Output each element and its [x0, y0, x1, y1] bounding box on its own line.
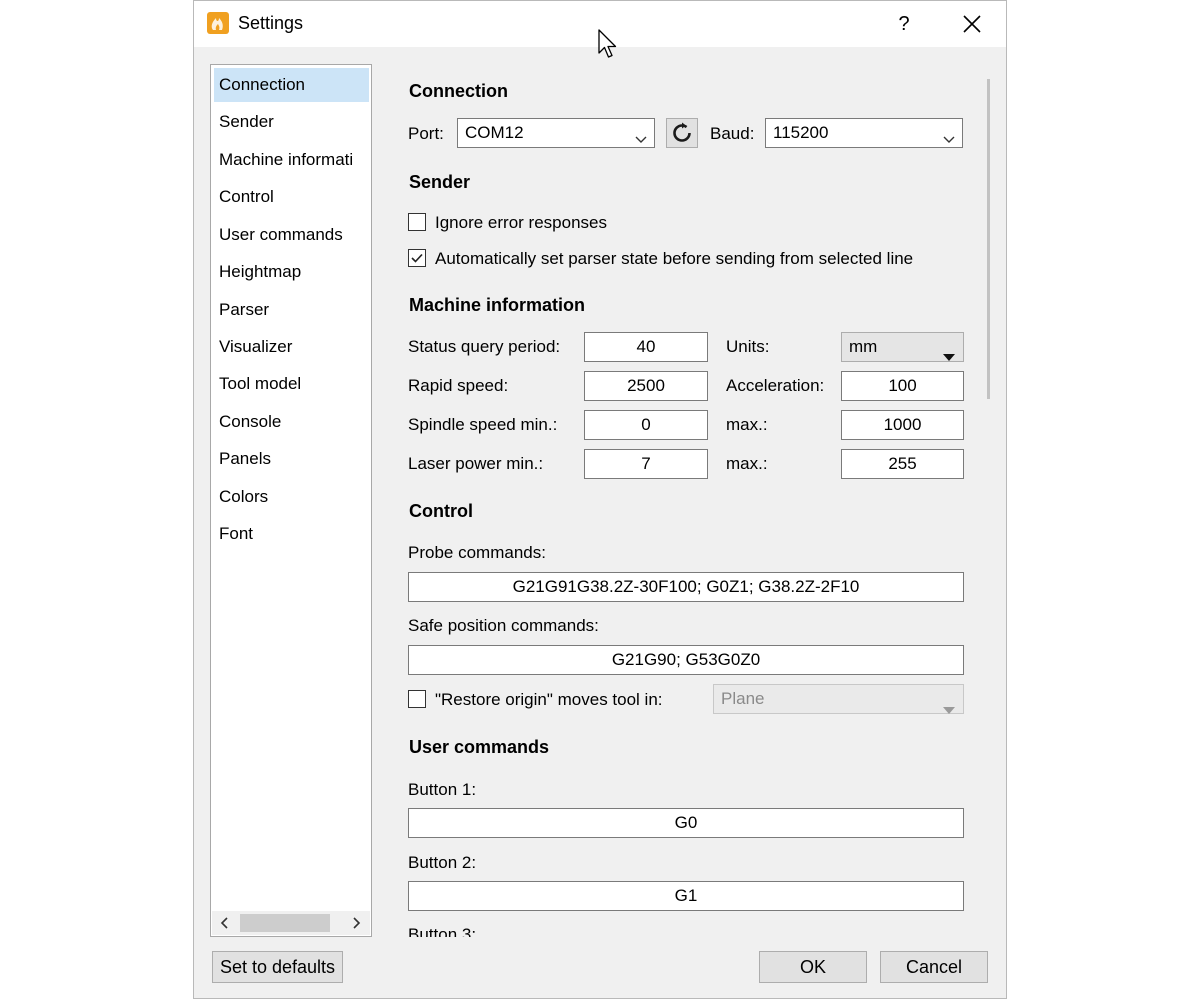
- button1-label: Button 1:: [408, 780, 477, 799]
- control-section-title: Control: [409, 501, 473, 521]
- safe-position-label: Safe position commands:: [408, 616, 599, 635]
- laser-min-input[interactable]: 7: [584, 449, 708, 479]
- checkmark-icon: [411, 253, 423, 263]
- sidebar-item-console[interactable]: Console: [214, 405, 369, 439]
- sidebar-item-parser[interactable]: Parser: [214, 293, 369, 327]
- ignore-errors-checkbox[interactable]: [408, 213, 426, 231]
- settings-dialog: Settings ? Connection Sender Machine inf…: [193, 0, 1007, 999]
- settings-content-panel: Connection Port: COM12 Baud: 115200 Send…: [380, 64, 994, 937]
- restore-origin-checkbox[interactable]: [408, 690, 426, 708]
- laser-min-label: Laser power min.:: [408, 454, 544, 473]
- baud-select[interactable]: 115200: [765, 118, 963, 148]
- sidebar-item-tool-model[interactable]: Tool model: [214, 367, 369, 401]
- sidebar-horizontal-scrollbar[interactable]: [212, 911, 370, 935]
- units-value: mm: [849, 337, 878, 356]
- restore-origin-mode-select: Plane: [713, 684, 964, 714]
- status-query-input[interactable]: 40: [584, 332, 708, 362]
- sidebar-item-colors[interactable]: Colors: [214, 480, 369, 514]
- sender-section-title: Sender: [409, 172, 471, 192]
- sidebar-item-sender[interactable]: Sender: [214, 105, 369, 139]
- auto-parser-checkbox[interactable]: [408, 249, 426, 267]
- sidebar-item-connection[interactable]: Connection: [214, 68, 369, 102]
- baud-label: Baud:: [710, 124, 755, 143]
- restore-origin-mode-value: Plane: [721, 689, 765, 708]
- port-value: COM12: [465, 123, 524, 142]
- units-label: Units:: [726, 337, 770, 356]
- sidebar-item-heightmap[interactable]: Heightmap: [214, 255, 369, 289]
- refresh-icon: [673, 122, 691, 142]
- probe-commands-input[interactable]: G21G91G38.2Z-30F100; G0Z1; G38.2Z-2F10: [408, 572, 964, 602]
- scroll-left-arrow-icon[interactable]: [215, 913, 235, 933]
- machine-info-section-title: Machine information: [409, 295, 586, 315]
- spindle-min-input[interactable]: 0: [584, 410, 708, 440]
- port-label: Port:: [408, 124, 444, 143]
- set-to-defaults-button[interactable]: Set to defaults: [212, 951, 343, 983]
- app-flame-icon: [207, 12, 229, 34]
- auto-parser-label[interactable]: Automatically set parser state before se…: [435, 249, 913, 269]
- dropdown-triangle-icon: [943, 343, 955, 371]
- scroll-right-arrow-icon[interactable]: [346, 913, 366, 933]
- laser-max-input[interactable]: 255: [841, 449, 964, 479]
- help-button[interactable]: ?: [886, 9, 922, 39]
- restore-origin-label[interactable]: "Restore origin" moves tool in:: [435, 690, 663, 710]
- baud-value: 115200: [773, 123, 829, 142]
- chevron-down-icon: [634, 127, 648, 155]
- rapid-speed-label: Rapid speed:: [408, 376, 509, 395]
- laser-max-label: max.:: [726, 454, 768, 473]
- spindle-max-input[interactable]: 1000: [841, 410, 964, 440]
- user-commands-section-title: User commands: [409, 737, 550, 757]
- chevron-down-icon: [942, 127, 956, 155]
- sidebar-item-visualizer[interactable]: Visualizer: [214, 330, 369, 364]
- rapid-speed-input[interactable]: 2500: [584, 371, 708, 401]
- sidebar-item-control[interactable]: Control: [214, 180, 369, 214]
- sidebar-item-panels[interactable]: Panels: [214, 442, 369, 476]
- cancel-button[interactable]: Cancel: [880, 951, 988, 983]
- acceleration-label: Acceleration:: [726, 376, 825, 395]
- refresh-ports-button[interactable]: [666, 118, 698, 148]
- probe-commands-label: Probe commands:: [408, 543, 546, 562]
- window-title: Settings: [238, 13, 304, 33]
- spindle-max-label: max.:: [726, 415, 768, 434]
- button2-label: Button 2:: [408, 853, 477, 872]
- sidebar-item-user-commands[interactable]: User commands: [214, 218, 369, 252]
- scrollbar-thumb[interactable]: [240, 914, 330, 932]
- button3-label: Button 3:: [408, 925, 477, 937]
- ignore-errors-label[interactable]: Ignore error responses: [435, 213, 607, 233]
- sidebar-item-font[interactable]: Font: [214, 517, 369, 551]
- settings-category-list[interactable]: Connection Sender Machine informati Cont…: [210, 64, 372, 937]
- ok-button[interactable]: OK: [759, 951, 867, 983]
- port-select[interactable]: COM12: [457, 118, 655, 148]
- units-select[interactable]: mm: [841, 332, 964, 362]
- status-query-label: Status query period:: [408, 337, 561, 356]
- title-bar[interactable]: Settings ?: [194, 1, 1006, 58]
- dropdown-triangle-icon: [943, 696, 955, 724]
- sidebar-item-machine-information[interactable]: Machine informati: [214, 143, 369, 177]
- close-icon: [963, 15, 981, 33]
- content-vertical-scrollbar[interactable]: [987, 79, 990, 399]
- spindle-min-label: Spindle speed min.:: [408, 415, 558, 434]
- connection-section-title: Connection: [409, 81, 508, 101]
- safe-position-input[interactable]: G21G90; G53G0Z0: [408, 645, 964, 675]
- mouse-cursor-icon: [597, 28, 619, 65]
- button1-command-input[interactable]: G0: [408, 808, 964, 838]
- button2-command-input[interactable]: G1: [408, 881, 964, 911]
- close-button[interactable]: [952, 9, 992, 39]
- acceleration-input[interactable]: 100: [841, 371, 964, 401]
